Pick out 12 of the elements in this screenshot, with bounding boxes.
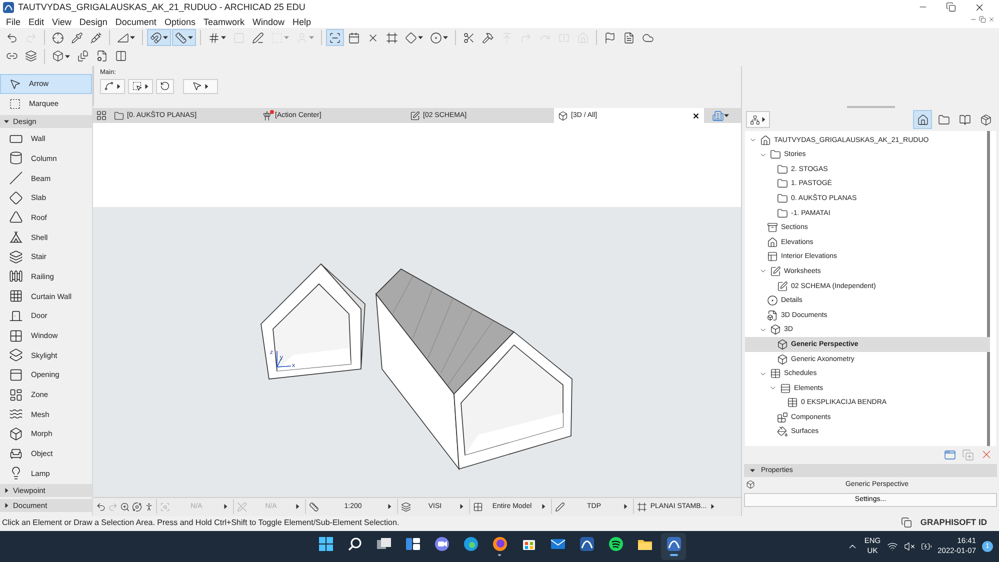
menu-item[interactable]: Design xyxy=(75,16,112,27)
menu-item[interactable]: Help xyxy=(288,16,316,27)
menu-item[interactable]: View xyxy=(48,16,76,27)
menu-item[interactable]: Teamwork xyxy=(199,16,248,27)
menu-item[interactable]: Edit xyxy=(24,16,48,27)
status-message: Click an Element or Draw a Selection Area. Press and Hold Ctrl+Shift to Toggle Element/Sub-Element Selection. xyxy=(2,518,400,527)
account-link[interactable]: GRAPHISOFT ID xyxy=(920,517,987,528)
menu-item[interactable]: Window xyxy=(248,16,288,27)
menu-item[interactable]: Options xyxy=(160,16,200,27)
window-title: TAUTVYDAS_GRIGALAUSKAS_AK_21_RUDUO - ARCHICAD 25 EDU xyxy=(18,2,306,12)
menu-item[interactable]: File xyxy=(2,16,25,27)
menu-item[interactable]: Document xyxy=(111,16,160,27)
